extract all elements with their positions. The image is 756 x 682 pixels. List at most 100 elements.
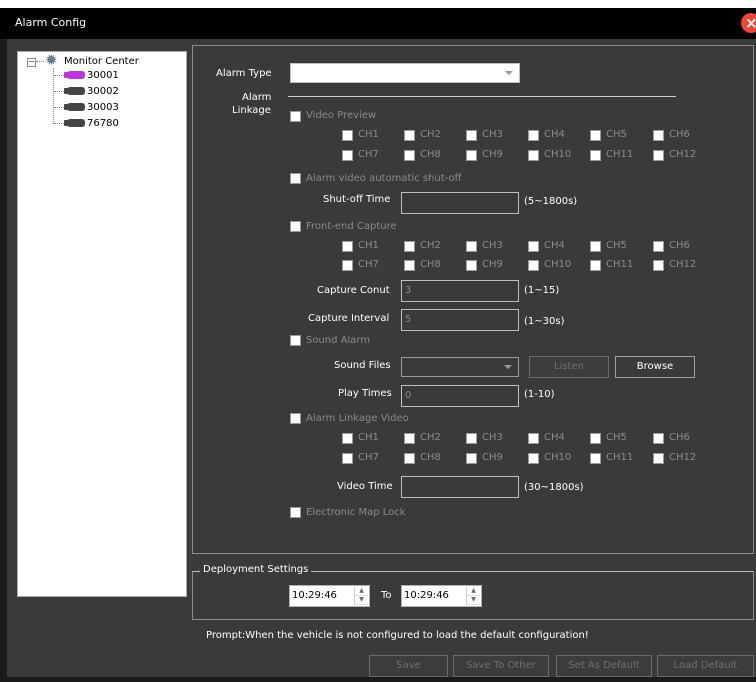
ch12-checkbox[interactable] [653,150,664,161]
save-to-other-button[interactable]: Save To Other [453,655,549,677]
ch9-checkbox[interactable] [466,453,477,464]
ch7-checkbox[interactable] [342,453,353,464]
save-button[interactable]: Save [369,655,448,677]
time-spinner[interactable]: ▲ ▼ [354,587,368,605]
ch-label: CH2 [420,240,441,251]
ch6-checkbox[interactable] [653,433,664,444]
ch9-checkbox[interactable] [466,260,477,271]
alarm-type-select[interactable] [290,63,520,83]
video-preview-label: Video Preview [306,110,377,121]
ch11-checkbox[interactable] [590,260,601,271]
tree-item-30003[interactable]: 30003 [87,101,119,114]
ch4-checkbox[interactable] [528,433,539,444]
listen-button[interactable]: Listen [529,356,609,378]
set-as-default-button[interactable]: Set As Default [556,655,652,677]
play-times-input[interactable]: 0 [401,385,519,407]
tree-connector [53,68,54,124]
ch4-checkbox[interactable] [528,241,539,252]
ch11-checkbox[interactable] [590,453,601,464]
capture-interval-input[interactable]: 5 [401,309,519,331]
ch7-checkbox[interactable] [342,260,353,271]
ch10-checkbox[interactable] [528,453,539,464]
ch4-checkbox[interactable] [528,130,539,141]
ch8-checkbox[interactable] [404,150,415,161]
capture-count-label: Capture Conut [317,285,390,296]
ch1-checkbox[interactable] [342,130,353,141]
chevron-down-icon [505,71,513,75]
ch8-checkbox[interactable] [404,260,415,271]
spin-up-icon[interactable]: ▲ [355,587,368,596]
shutoff-time-range: (5~1800s) [524,196,578,207]
tree-item-30001[interactable]: 30001 [87,69,119,82]
spin-down-icon[interactable]: ▼ [467,596,480,605]
browse-button[interactable]: Browse [615,356,695,378]
ch3-checkbox[interactable] [466,130,477,141]
ch-label: CH7 [358,452,379,463]
ch2-checkbox[interactable] [404,433,415,444]
camera-icon [64,103,85,111]
ch-label: CH1 [358,240,379,251]
sound-files-select[interactable] [401,357,519,377]
video-preview-checkbox[interactable] [290,111,301,122]
tree-root-label[interactable]: Monitor Center [64,55,139,68]
tree-item-30002[interactable]: 30002 [87,85,119,98]
play-times-range: (1-10) [524,389,555,400]
title-bar: Alarm Config × [0,8,756,39]
collapse-icon[interactable]: − [27,58,36,67]
alarm-linkage-video-checkbox[interactable] [290,413,301,424]
load-default-button[interactable]: Load Default [657,655,754,677]
video-time-input[interactable] [401,476,519,498]
ch5-checkbox[interactable] [590,130,601,141]
start-time-picker[interactable]: 10:29:46 ▲ ▼ [289,585,370,607]
front-end-capture-checkbox[interactable] [290,221,301,232]
close-icon[interactable]: × [741,13,756,33]
ch-label: CH11 [606,259,634,270]
ch-label: CH1 [358,129,379,140]
ch3-checkbox[interactable] [466,433,477,444]
ch-label: CH10 [544,452,572,463]
ch5-checkbox[interactable] [590,433,601,444]
ch1-checkbox[interactable] [342,433,353,444]
ch-label: CH6 [669,240,690,251]
prompt-text: Prompt:When the vehicle is not configure… [206,630,589,641]
capture-count-input[interactable]: 3 [401,280,519,302]
ch8-checkbox[interactable] [404,453,415,464]
sound-alarm-checkbox[interactable] [290,335,301,346]
ch2-checkbox[interactable] [404,130,415,141]
ch-label: CH4 [544,129,565,140]
spin-up-icon[interactable]: ▲ [467,587,480,596]
ch2-checkbox[interactable] [404,241,415,252]
end-time-picker[interactable]: 10:29:46 ▲ ▼ [401,585,482,607]
ch-label: CH9 [482,452,503,463]
ch6-checkbox[interactable] [653,241,664,252]
ch10-checkbox[interactable] [528,260,539,271]
ch-label: CH4 [544,432,565,443]
front-end-capture-label: Front-end Capture [306,221,397,232]
tree-item-76780[interactable]: 76780 [87,117,119,130]
ch11-checkbox[interactable] [590,150,601,161]
ch6-checkbox[interactable] [653,130,664,141]
ch12-checkbox[interactable] [653,453,664,464]
ch-label: CH2 [420,129,441,140]
ch7-checkbox[interactable] [342,150,353,161]
video-time-range: (30~1800s) [524,482,584,493]
to-label: To [381,590,392,601]
ch12-checkbox[interactable] [653,260,664,271]
ch10-checkbox[interactable] [528,150,539,161]
auto-shutoff-checkbox[interactable] [290,173,301,184]
electronic-map-lock-checkbox[interactable] [290,507,301,518]
ch3-checkbox[interactable] [466,241,477,252]
ch-label: CH5 [606,240,627,251]
spin-down-icon[interactable]: ▼ [355,596,368,605]
ch-label: CH12 [669,149,697,160]
ch9-checkbox[interactable] [466,150,477,161]
time-spinner[interactable]: ▲ ▼ [466,587,480,605]
deployment-settings-title: Deployment Settings [200,564,312,575]
ch-label: CH10 [544,259,572,270]
chevron-down-icon [504,365,512,369]
shutoff-time-input[interactable] [401,192,519,214]
alarm-linkage-label-2: Linkage [232,105,271,116]
ch1-checkbox[interactable] [342,241,353,252]
ch5-checkbox[interactable] [590,241,601,252]
capture-interval-label: Capture Interval [308,313,390,324]
